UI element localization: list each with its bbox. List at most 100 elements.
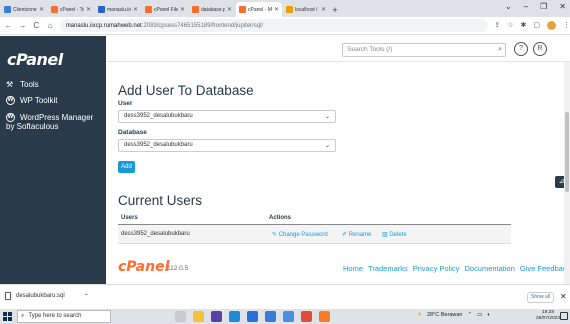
new-tab-button[interactable]: + <box>329 2 341 17</box>
database-select[interactable]: dess3952_desalubukbaru ⌄ <box>118 139 336 152</box>
help-icon[interactable]: ? <box>514 42 528 56</box>
tab-close-icon[interactable]: ✕ <box>39 6 44 13</box>
home-icon[interactable]: ⌂ <box>45 21 56 30</box>
tab-favicon-icon <box>239 6 246 13</box>
maximize-icon[interactable]: ❐ <box>540 2 547 11</box>
chevron-down-icon: ⌄ <box>324 114 330 120</box>
change-password-link[interactable]: ✎ Change Password <box>272 231 328 238</box>
tab-close-icon[interactable]: ✕ <box>274 6 279 13</box>
sidepanel-icon[interactable]: ▢ <box>533 21 540 30</box>
tab-close-icon[interactable]: ✕ <box>86 6 91 13</box>
task-view-icon[interactable] <box>175 311 186 322</box>
system-tray: ☀ 28°C Berawan ⌃ ▭ ◐ <box>417 312 491 318</box>
close-download-bar-icon[interactable]: ✕ <box>560 292 567 301</box>
download-item[interactable]: desalubukbaru.sql ⌃ <box>5 292 89 300</box>
network-icon[interactable]: ▭ <box>477 312 482 318</box>
minimize-icon[interactable]: – <box>524 2 528 11</box>
search-icon[interactable]: ⌕ <box>498 46 502 54</box>
footer-cpanel-logo[interactable]: cPanel <box>118 259 169 275</box>
page-scrollbar[interactable] <box>564 62 570 284</box>
tab-label: cPanel - Tools <box>60 6 84 13</box>
edge-icon[interactable] <box>229 311 240 322</box>
footer-link-feedback[interactable]: Give Feedback <box>520 264 570 273</box>
rename-link[interactable]: ✐ Rename <box>342 231 371 238</box>
profile-avatar[interactable] <box>547 21 557 30</box>
tab-close-icon[interactable]: ✕ <box>133 6 138 13</box>
user-label: User <box>118 100 133 107</box>
tab-favicon-icon <box>286 6 293 13</box>
delete-link[interactable]: ▥ Delete <box>382 231 407 238</box>
search-icon: ⌕ <box>21 313 25 319</box>
tab-label: localhost / 127.0 <box>295 6 319 13</box>
file-manager-icon[interactable] <box>283 311 294 322</box>
forward-icon[interactable]: → <box>17 21 28 30</box>
taskbar-clock[interactable]: 19:28 25/07/2023 <box>536 310 560 322</box>
windows-start-icon[interactable] <box>3 312 12 321</box>
taskbar-apps <box>175 311 330 322</box>
browser-tab[interactable]: manaslu.iixcp.ru✕ <box>95 2 141 17</box>
browser-tab[interactable]: localhost / 127.0✕ <box>283 2 329 17</box>
taskbar-search-placeholder: Type here to search <box>28 313 82 319</box>
col-actions: Actions <box>269 215 292 221</box>
bookmark-star-icon[interactable]: ☆ <box>507 21 513 30</box>
browser-tab[interactable]: Clientzone Rumah✕ <box>1 2 47 17</box>
url-field[interactable]: manaslu.iixcp.rumahweb.net:2083/cpsess74… <box>59 19 489 32</box>
volume-icon[interactable]: ◐ <box>487 312 490 318</box>
chevron-up-icon[interactable]: ⌃ <box>84 293 89 300</box>
tab-label: cPanel - MySQL <box>248 6 272 13</box>
main-content: Add User To Database User dess3952_desal… <box>106 62 570 284</box>
footer-link-privacy[interactable]: Privacy Policy <box>413 264 460 273</box>
row-username: dess3952_desalubukbaru <box>121 231 190 237</box>
tray-chevron-icon[interactable]: ⌃ <box>467 312 472 318</box>
database-select-value: dess3952_desalubukbaru <box>124 142 193 148</box>
tab-label: Clientzone Rumah <box>13 6 37 13</box>
browser-tab[interactable]: cPanel File Mana✕ <box>142 2 188 17</box>
add-button[interactable]: Add <box>118 161 135 173</box>
reload-icon[interactable]: C <box>31 21 42 30</box>
show-all-button[interactable]: Show all <box>527 292 554 303</box>
tools-icon: ⚒ <box>6 80 14 89</box>
tab-search-icon[interactable]: ⌄ <box>505 2 512 11</box>
explorer-icon[interactable] <box>193 311 204 322</box>
sidebar-item-wp-toolkit[interactable]: W WP Toolkit <box>6 96 58 105</box>
url-host: manaslu.iixcp.rumahweb.net <box>65 22 142 29</box>
back-icon[interactable]: ← <box>3 21 14 30</box>
browser-tab-active[interactable]: cPanel - MySQL✕ <box>236 2 282 17</box>
browser-tab[interactable]: database.php✕ <box>189 2 235 17</box>
notification-icon[interactable] <box>560 312 568 320</box>
user-menu-icon[interactable]: R <box>533 42 547 56</box>
sidebar-item-wordpress-manager[interactable]: W WordPress Manager by Softaculous <box>6 113 98 131</box>
tab-close-icon[interactable]: ✕ <box>227 6 232 13</box>
url-path: :2083/cpsess7465155189/frontend/jupiter/… <box>141 22 264 29</box>
search-tools-input[interactable]: Search Tools (/) ⌕ <box>342 43 506 57</box>
media-icon[interactable] <box>211 311 222 322</box>
store-icon[interactable] <box>247 311 258 322</box>
user-select[interactable]: dess3952_desalubukbaru ⌄ <box>118 110 336 123</box>
chrome-icon[interactable] <box>301 311 312 322</box>
wordpress-icon: W <box>6 113 15 122</box>
xampp-icon[interactable] <box>319 311 330 322</box>
window-controls: ⌄ – ❐ ✕ <box>505 2 566 11</box>
footer-link-trademarks[interactable]: Trademarks <box>368 264 408 273</box>
extensions-icon[interactable]: ✱ <box>521 21 527 30</box>
weather-text[interactable]: 28°C Berawan <box>427 312 463 318</box>
taskbar-search[interactable]: ⌕ Type here to search <box>17 310 111 323</box>
menu-icon[interactable]: ⋮ <box>563 21 570 30</box>
browser-tab[interactable]: cPanel - Tools✕ <box>48 2 94 17</box>
chevron-down-icon: ⌄ <box>324 143 330 149</box>
footer-link-documentation[interactable]: Documentation <box>464 264 514 273</box>
share-icon[interactable]: ⇪ <box>494 21 500 30</box>
settings-app-icon[interactable] <box>265 311 276 322</box>
sidebar-item-label-block: W WordPress Manager by Softaculous <box>6 113 98 131</box>
scrollbar-thumb[interactable] <box>565 112 569 192</box>
cpanel-logo[interactable]: cPanel <box>7 50 63 69</box>
tab-close-icon[interactable]: ✕ <box>180 6 185 13</box>
windows-taskbar: ⌕ Type here to search ☀ 28°C Berawan ⌃ ▭… <box>0 309 570 324</box>
close-window-icon[interactable]: ✕ <box>559 2 566 11</box>
col-users: Users <box>121 215 138 221</box>
footer-link-home[interactable]: Home <box>343 264 363 273</box>
add-user-title: Add User To Database <box>118 83 254 98</box>
tab-close-icon[interactable]: ✕ <box>321 6 326 13</box>
download-bar: desalubukbaru.sql ⌃ Show all ✕ <box>0 284 570 309</box>
sidebar-item-tools[interactable]: ⚒ Tools <box>6 80 39 89</box>
